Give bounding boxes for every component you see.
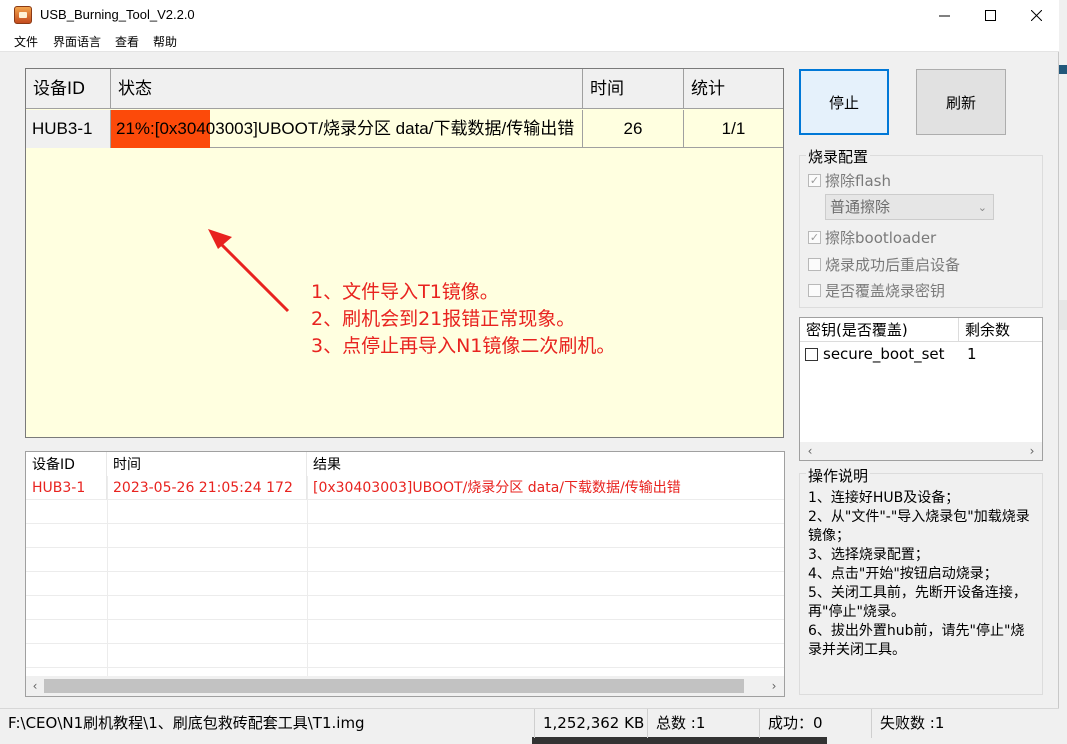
log-header-result[interactable]: 结果 — [307, 452, 784, 476]
stop-button[interactable]: 停止 — [799, 69, 889, 135]
overwrite-key-checkbox[interactable]: 是否覆盖烧录密钥 — [808, 280, 945, 301]
erase-flash-checkbox[interactable]: ✓ 擦除flash — [808, 170, 891, 191]
erase-bootloader-label: 擦除bootloader — [825, 229, 937, 247]
annotation-arrow-icon — [208, 229, 290, 313]
menu-bar: 文件 界面语言 查看 帮助 — [0, 30, 1059, 52]
key-name: secure_boot_set — [823, 345, 945, 363]
burn-config-title: 烧录配置 — [806, 146, 871, 167]
reboot-after-label: 烧录成功后重启设备 — [825, 256, 961, 274]
status-success: 成功：0 — [760, 709, 872, 738]
key-horizontal-scrollbar[interactable]: ‹ › — [800, 442, 1042, 460]
device-table: 设备ID 状态 时间 统计 HUB3-1 21%:[0x30403003]UBO… — [25, 68, 784, 438]
window-title: USB_Burning_Tool_V2.2.0 — [40, 7, 195, 22]
header-device-id[interactable]: 设备ID — [26, 69, 111, 109]
log-row-empty — [26, 524, 784, 548]
desktop-taskbar-edge — [0, 737, 1067, 744]
app-icon — [14, 6, 32, 24]
log-table: 设备ID 时间 结果 HUB3-1 2023-05-26 21:05:24 17… — [25, 451, 785, 697]
key-header-name[interactable]: 密钥(是否覆盖) — [800, 318, 959, 342]
key-row[interactable]: secure_boot_set 1 — [800, 343, 1042, 367]
log-row-empty — [26, 572, 784, 596]
overwrite-key-label: 是否覆盖烧录密钥 — [825, 282, 946, 300]
erase-bootloader-checkbox[interactable]: ✓ 擦除bootloader — [808, 227, 936, 248]
key-checkbox[interactable] — [805, 348, 818, 361]
log-row-empty — [26, 596, 784, 620]
minimize-button[interactable] — [921, 0, 967, 30]
desktop-window-edge — [1059, 300, 1067, 330]
column-divider — [307, 476, 308, 676]
menu-view[interactable]: 查看 — [115, 33, 139, 50]
key-remaining: 1 — [967, 345, 977, 363]
log-result: [0x30403003]UBOOT/烧录分区 data/下载数据/传输出错 — [313, 480, 681, 496]
log-row-empty — [26, 500, 784, 524]
device-table-header: 设备ID 状态 时间 统计 — [26, 69, 783, 109]
erase-mode-value: 普通擦除 — [830, 198, 891, 216]
log-row-empty — [26, 644, 784, 668]
chevron-down-icon: ⌄ — [977, 201, 987, 214]
log-device-id: HUB3-1 — [26, 476, 107, 500]
title-bar: USB_Burning_Tool_V2.2.0 — [0, 0, 1059, 30]
status-file-path: F:\CEO\N1刷机教程\1、刷底包救砖配套工具\T1.img — [0, 709, 535, 738]
reboot-after-checkbox[interactable]: 烧录成功后重启设备 — [808, 254, 960, 275]
annotation-text: 1、文件导入T1镜像。 2、刷机会到21报错正常现象。 3、点停止再导入N1镜像… — [311, 279, 615, 360]
scroll-right-icon[interactable]: › — [1024, 443, 1040, 459]
instructions-title: 操作说明 — [806, 465, 871, 486]
annotation-line: 2、刷机会到21报错正常现象。 — [311, 308, 576, 330]
log-horizontal-scrollbar[interactable]: ‹ › — [26, 676, 784, 696]
log-time: 2023-05-26 21:05:24 172 — [107, 476, 307, 500]
close-button[interactable] — [1013, 0, 1059, 30]
device-row[interactable]: HUB3-1 21%:[0x30403003]UBOOT/烧录分区 data/下… — [26, 110, 783, 148]
header-count[interactable]: 统计 — [684, 69, 783, 109]
header-status[interactable]: 状态 — [111, 69, 583, 109]
time-cell: 26 — [583, 110, 684, 148]
column-divider — [107, 476, 108, 676]
status-bar: F:\CEO\N1刷机教程\1、刷底包救砖配套工具\T1.img 1,252,3… — [0, 708, 1059, 738]
checkbox-icon — [808, 284, 821, 297]
device-id-cell: HUB3-1 — [26, 110, 111, 148]
key-header-remaining[interactable]: 剩余数 — [959, 318, 1042, 342]
checkbox-checked-icon: ✓ — [808, 231, 821, 244]
status-cell: 21%:[0x30403003]UBOOT/烧录分区 data/下载数据/传输出… — [111, 110, 583, 148]
annotation-line: 1、文件导入T1镜像。 — [311, 281, 499, 303]
status-file-size: 1,252,362 KB — [535, 709, 648, 738]
count-cell: 1/1 — [721, 119, 746, 138]
scroll-right-icon[interactable]: › — [766, 678, 782, 694]
menu-help[interactable]: 帮助 — [153, 33, 177, 50]
scroll-left-icon[interactable]: ‹ — [27, 678, 43, 694]
key-table: 密钥(是否覆盖) 剩余数 secure_boot_set 1 ‹ › — [799, 317, 1043, 461]
checkbox-icon — [808, 258, 821, 271]
desktop-background — [1059, 0, 1067, 744]
app-window: USB_Burning_Tool_V2.2.0 文件 界面语言 查看 帮助 设备… — [0, 0, 1059, 738]
log-header-time[interactable]: 时间 — [107, 452, 307, 476]
annotation-line: 3、点停止再导入N1镜像二次刷机。 — [311, 335, 616, 357]
erase-flash-label: 擦除flash — [825, 172, 891, 190]
key-table-header: 密钥(是否覆盖) 剩余数 — [800, 318, 1042, 342]
minimize-icon — [938, 15, 950, 16]
status-total: 总数 :1 — [648, 709, 760, 738]
log-row-empty — [26, 548, 784, 572]
log-header-device-id[interactable]: 设备ID — [26, 452, 107, 476]
status-text: 21%:[0x30403003]UBOOT/烧录分区 data/下载数据/传输出… — [116, 119, 575, 138]
refresh-button[interactable]: 刷新 — [916, 69, 1006, 135]
status-fail: 失败数 :1 — [880, 714, 945, 732]
log-row-empty — [26, 620, 784, 644]
scroll-left-icon[interactable]: ‹ — [802, 443, 818, 459]
checkbox-checked-icon: ✓ — [808, 174, 821, 187]
desktop-window-edge — [1059, 65, 1067, 74]
log-row[interactable]: HUB3-1 2023-05-26 21:05:24 172 [0x304030… — [26, 476, 784, 500]
header-time[interactable]: 时间 — [583, 69, 684, 109]
scroll-thumb[interactable] — [44, 679, 744, 693]
instructions-text: 1、连接好HUB及设备； 2、从"文件"-"导入烧录包"加载烧录镜像； 3、选择… — [808, 490, 1030, 658]
maximize-button[interactable] — [967, 0, 1013, 30]
maximize-icon — [984, 9, 996, 21]
erase-mode-select[interactable]: 普通擦除 ⌄ — [825, 194, 994, 220]
menu-file[interactable]: 文件 — [14, 33, 38, 50]
menu-language[interactable]: 界面语言 — [53, 33, 101, 50]
close-icon — [1030, 9, 1042, 21]
